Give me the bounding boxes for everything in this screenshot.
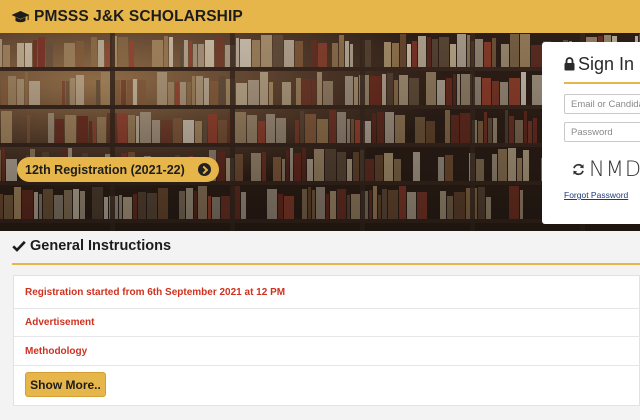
signin-title: Sign In <box>578 53 635 74</box>
check-icon <box>12 240 26 252</box>
app-title: PMSSS J&K SCHOLARSHIP <box>34 7 243 25</box>
registration-label: 12th Registration (2021-22) <box>25 162 185 177</box>
section-divider <box>12 263 640 265</box>
captcha-area: NMD <box>572 157 640 181</box>
signin-heading: Sign In <box>564 54 640 74</box>
signin-divider <box>564 82 640 84</box>
graduation-cap-icon <box>11 10 30 22</box>
refresh-icon[interactable] <box>572 163 585 176</box>
chevron-circle-right-icon <box>198 163 211 176</box>
signin-panel: Sign In Email or Candidate ID Password N… <box>542 42 640 224</box>
registration-link[interactable]: 12th Registration (2021-22) <box>17 157 219 182</box>
general-instructions-heading: General Instructions <box>12 238 171 254</box>
forgot-password-link[interactable]: Forgot Password <box>564 190 628 200</box>
top-navbar: PMSSS J&K SCHOLARSHIP <box>0 0 640 33</box>
section-title: General Instructions <box>30 238 172 254</box>
email-field[interactable]: Email or Candidate ID <box>564 94 640 114</box>
brand-logo-link[interactable]: PMSSS J&K SCHOLARSHIP <box>11 8 243 26</box>
instructions-card: Registration started from 6th September … <box>13 275 640 406</box>
instruction-item-advertisement[interactable]: Advertisement <box>14 309 640 337</box>
captcha-image-text: NMD <box>589 157 640 181</box>
password-field[interactable]: Password <box>564 122 640 142</box>
lock-icon <box>564 57 575 71</box>
instruction-item-registration-date[interactable]: Registration started from 6th September … <box>14 276 640 309</box>
show-more-button[interactable]: Show More.. <box>25 372 106 397</box>
instruction-item-methodology[interactable]: Methodology <box>14 337 640 366</box>
